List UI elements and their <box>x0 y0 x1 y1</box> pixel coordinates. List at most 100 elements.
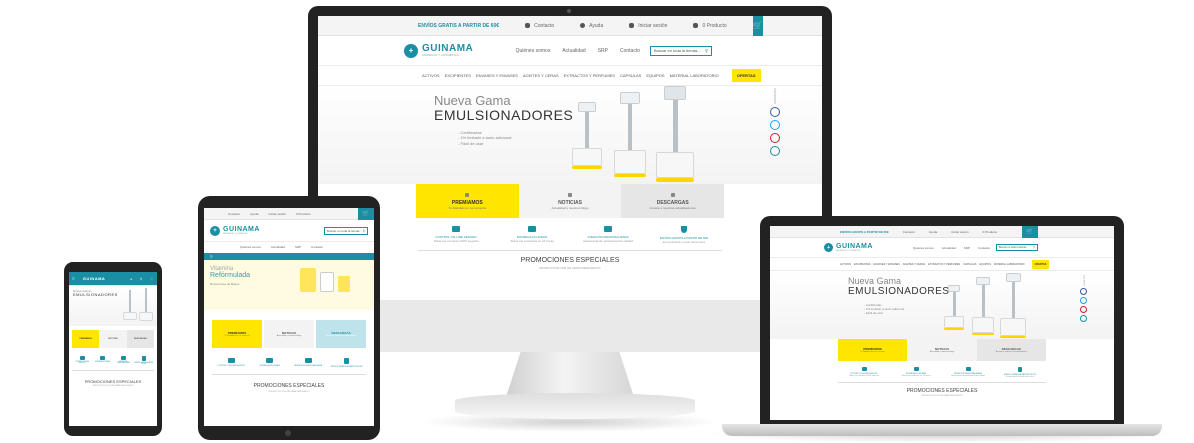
logo[interactable]: + GUINAMA FARMACIA Y COSMÉTICA <box>404 43 473 58</box>
tablet-cart-button[interactable]: 🛒 <box>358 208 374 220</box>
tablet-features: CONTROL ON-LINE SEGURO ENTREGA 24 HORAS … <box>212 358 366 375</box>
tablet-link-srp[interactable]: SRP <box>295 245 301 249</box>
help-link[interactable]: Ayuda <box>580 23 603 29</box>
laptop-link-contact[interactable]: Contacto <box>978 246 990 250</box>
phone-screen: ☰ GUINAMA ● ⚲ 🛒 Nueva Gama EMULSIONADORE… <box>69 272 157 426</box>
tablet-search-input[interactable]: Buscar en toda la tienda... ⚲ <box>324 226 368 235</box>
tile-descargas[interactable]: DESCARGAS Accede a nuestras actualizacion… <box>621 184 725 218</box>
laptop-cat-capsulas[interactable]: CAPSULAS <box>963 263 976 266</box>
laptop-logo[interactable]: + GUINAMA FARMACIA Y COSMÉTICA <box>824 243 873 252</box>
laptop-cart-button[interactable]: 🛒 <box>1022 226 1038 238</box>
tablet-cart-count[interactable]: 0 Producto <box>296 212 311 216</box>
tablet-tiles: PREMIAMOS Tu fidelidad por tus compras NO… <box>212 320 366 348</box>
truck-icon <box>528 226 536 232</box>
ofertas-button[interactable]: OFERTAS <box>731 69 761 82</box>
laptop-search-input[interactable]: Buscar en toda la tienda... ⚲ <box>996 244 1038 251</box>
cat-excipientes[interactable]: EXCIPIENTES <box>445 73 471 78</box>
tablet-tile-noticias[interactable]: NOTICIAS Actualidad y nuestros blogs <box>264 320 314 348</box>
phone-tile-noticias[interactable]: NOTICIAS <box>99 330 127 348</box>
cat-aceites[interactable]: ACEITES Y CERAS <box>523 73 559 78</box>
laptop-tile-premiamos[interactable]: PREMIAMOS Tu fidelidad por tus compras <box>838 339 908 361</box>
laptop-link-srp[interactable]: SRP <box>964 246 970 250</box>
header-link-about[interactable]: Quiénes somos <box>516 48 551 54</box>
facebook-icon[interactable] <box>770 106 780 117</box>
cat-extractos[interactable]: EXTRACTOS Y PERFUMES <box>564 73 615 78</box>
tablet-contact-link[interactable]: Contacto <box>228 212 240 216</box>
laptop-cat-excipientes[interactable]: EXCIPIENTES <box>854 263 871 266</box>
laptop-ofertas-button[interactable]: OFERTAS <box>1031 259 1050 269</box>
cat-capsulas[interactable]: CAPSULAS <box>620 73 641 78</box>
cat-envases[interactable]: ENVASES Y ENVASES <box>476 73 518 78</box>
cart-count[interactable]: 0 Producto <box>693 23 727 29</box>
laptop-login-link[interactable]: Iniciar sesión <box>951 230 969 234</box>
youtube-icon[interactable] <box>770 145 780 156</box>
lock-icon <box>629 23 635 28</box>
header-link-contact[interactable]: Contacto <box>620 48 640 54</box>
tablet-search-icon: ⚲ <box>362 228 365 233</box>
chat-icon <box>604 226 612 232</box>
tablet-feature-secure: CONTROL ON-LINE SEGURO <box>212 358 251 368</box>
phone-tile-descargas[interactable]: DESCARGAS <box>126 330 154 348</box>
tablet-link-contact[interactable]: Contacto <box>311 245 323 249</box>
laptop-hero-features: - Certificadas - 1% limitado a tanto adi… <box>864 303 905 316</box>
laptop-cat-material[interactable]: MATERIAL LABORATORIO <box>994 263 1025 266</box>
laptop-hero: Nueva Gama EMULSIONADORES - Certificadas… <box>770 271 1114 339</box>
cart-button[interactable]: 🛒 <box>752 16 763 36</box>
laptop-cat-activos[interactable]: ACTIVOS <box>840 263 851 266</box>
tile-noticias[interactable]: NOTICIAS Actualidad y nuestros blogs <box>518 184 622 218</box>
cat-equipos[interactable]: EQUIPOS <box>646 73 664 78</box>
laptop-help-link[interactable]: Ayuda <box>929 230 937 234</box>
laptop-contact-link[interactable]: Contacto <box>903 230 915 234</box>
laptop-link-about[interactable]: Quiénes somos <box>913 246 934 250</box>
feature-support: ATENCIÓN PERSONALIZADA Asesoramiento prof… <box>570 226 646 244</box>
laptop-twitter-icon[interactable] <box>1080 296 1087 304</box>
laptop-header: + GUINAMA FARMACIA Y COSMÉTICA Quiénes so… <box>770 238 1114 258</box>
phone-tile-premiamos[interactable]: PREMIAMOS <box>72 330 100 348</box>
search-icon: ⚲ <box>705 48 708 53</box>
tablet-logo[interactable]: + GUINAMA FARMACIA Y COSMÉTICA <box>210 225 260 236</box>
laptop-link-news[interactable]: Actualidad <box>942 246 956 250</box>
laptop-cat-envases[interactable]: ENVASES Y ENVASES <box>874 263 900 266</box>
phone-user-icon[interactable]: ● <box>130 277 132 281</box>
shield-icon <box>681 226 687 233</box>
product-jar-1 <box>300 268 316 292</box>
phone-hero-text: Nueva Gama EMULSIONADORES <box>73 289 118 297</box>
header-link-srp[interactable]: SRP <box>598 48 608 54</box>
tile-premiamos[interactable]: PREMIAMOS Tu fidelidad por tus compras <box>416 184 519 218</box>
phone-menu-icon[interactable]: ☰ <box>72 277 75 281</box>
laptop-facebook-icon[interactable] <box>1080 287 1087 295</box>
tablet-menu-bar[interactable]: ☰ <box>204 253 374 260</box>
tablet-tile-premiamos[interactable]: PREMIAMOS Tu fidelidad por tus compras <box>212 320 262 348</box>
laptop-pinterest-icon[interactable] <box>1080 305 1087 313</box>
login-link[interactable]: Iniciar sesión <box>629 23 667 29</box>
tablet-link-news[interactable]: Actualidad <box>271 245 285 249</box>
laptop-cat-equipos[interactable]: EQUIPOS <box>979 263 990 266</box>
tablet-tile-descargas[interactable]: DESCARGAS Accede a nuestras actualizacion… <box>316 320 366 348</box>
cat-activos[interactable]: ACTIVOS <box>422 73 440 78</box>
laptop-feature-shipping: ENVÍOS GRATIS A PARTIR DE 60€ En penínsul… <box>994 367 1046 378</box>
search-input[interactable]: Buscar en toda la tienda... ⚲ <box>650 45 712 56</box>
laptop-youtube-icon[interactable] <box>1080 314 1087 322</box>
feature-shipping: ENVÍOS GRATIS A PARTIR DE 60€ En penínsul… <box>646 226 722 244</box>
laptop-tile-descargas[interactable]: DESCARGAS Accede a nuestras actualizacion… <box>976 339 1046 361</box>
bag-icon <box>693 23 699 28</box>
tablet-feature-delivery: ENTREGA 24 HORAS <box>251 358 290 368</box>
tablet-login-link[interactable]: Iniciar sesión <box>268 212 286 216</box>
twitter-icon[interactable] <box>770 119 780 130</box>
tiles-row: PREMIAMOS Tu fidelidad por tus compras NO… <box>416 184 725 218</box>
tablet-link-about[interactable]: Quiénes somos <box>240 245 261 249</box>
laptop-features: CONTROL ON-LINE SEGURO Todas tus compras … <box>838 367 1046 383</box>
laptop-tile-noticias[interactable]: NOTICIAS Actualidad y nuestros blogs <box>907 339 977 361</box>
phone-search-icon[interactable]: ⚲ <box>140 277 142 281</box>
phone-cart-icon[interactable]: 🛒 <box>150 277 154 281</box>
laptop-cat-aceites[interactable]: ACEITES Y CERAS <box>903 263 925 266</box>
pinterest-icon[interactable] <box>770 132 780 143</box>
tablet-help-link[interactable]: Ayuda <box>250 212 258 216</box>
header-link-news[interactable]: Actualidad <box>562 48 585 54</box>
laptop-cart-count[interactable]: 0 Producto <box>983 230 998 234</box>
tablet-truck-icon <box>266 358 274 363</box>
laptop-laptop-icon <box>861 367 867 371</box>
contact-link[interactable]: Contacto <box>525 23 554 29</box>
cat-material[interactable]: MATERIAL LABORATORIO <box>670 73 719 78</box>
laptop-cat-extractos[interactable]: EXTRACTOS Y PERFUMES <box>928 263 960 266</box>
